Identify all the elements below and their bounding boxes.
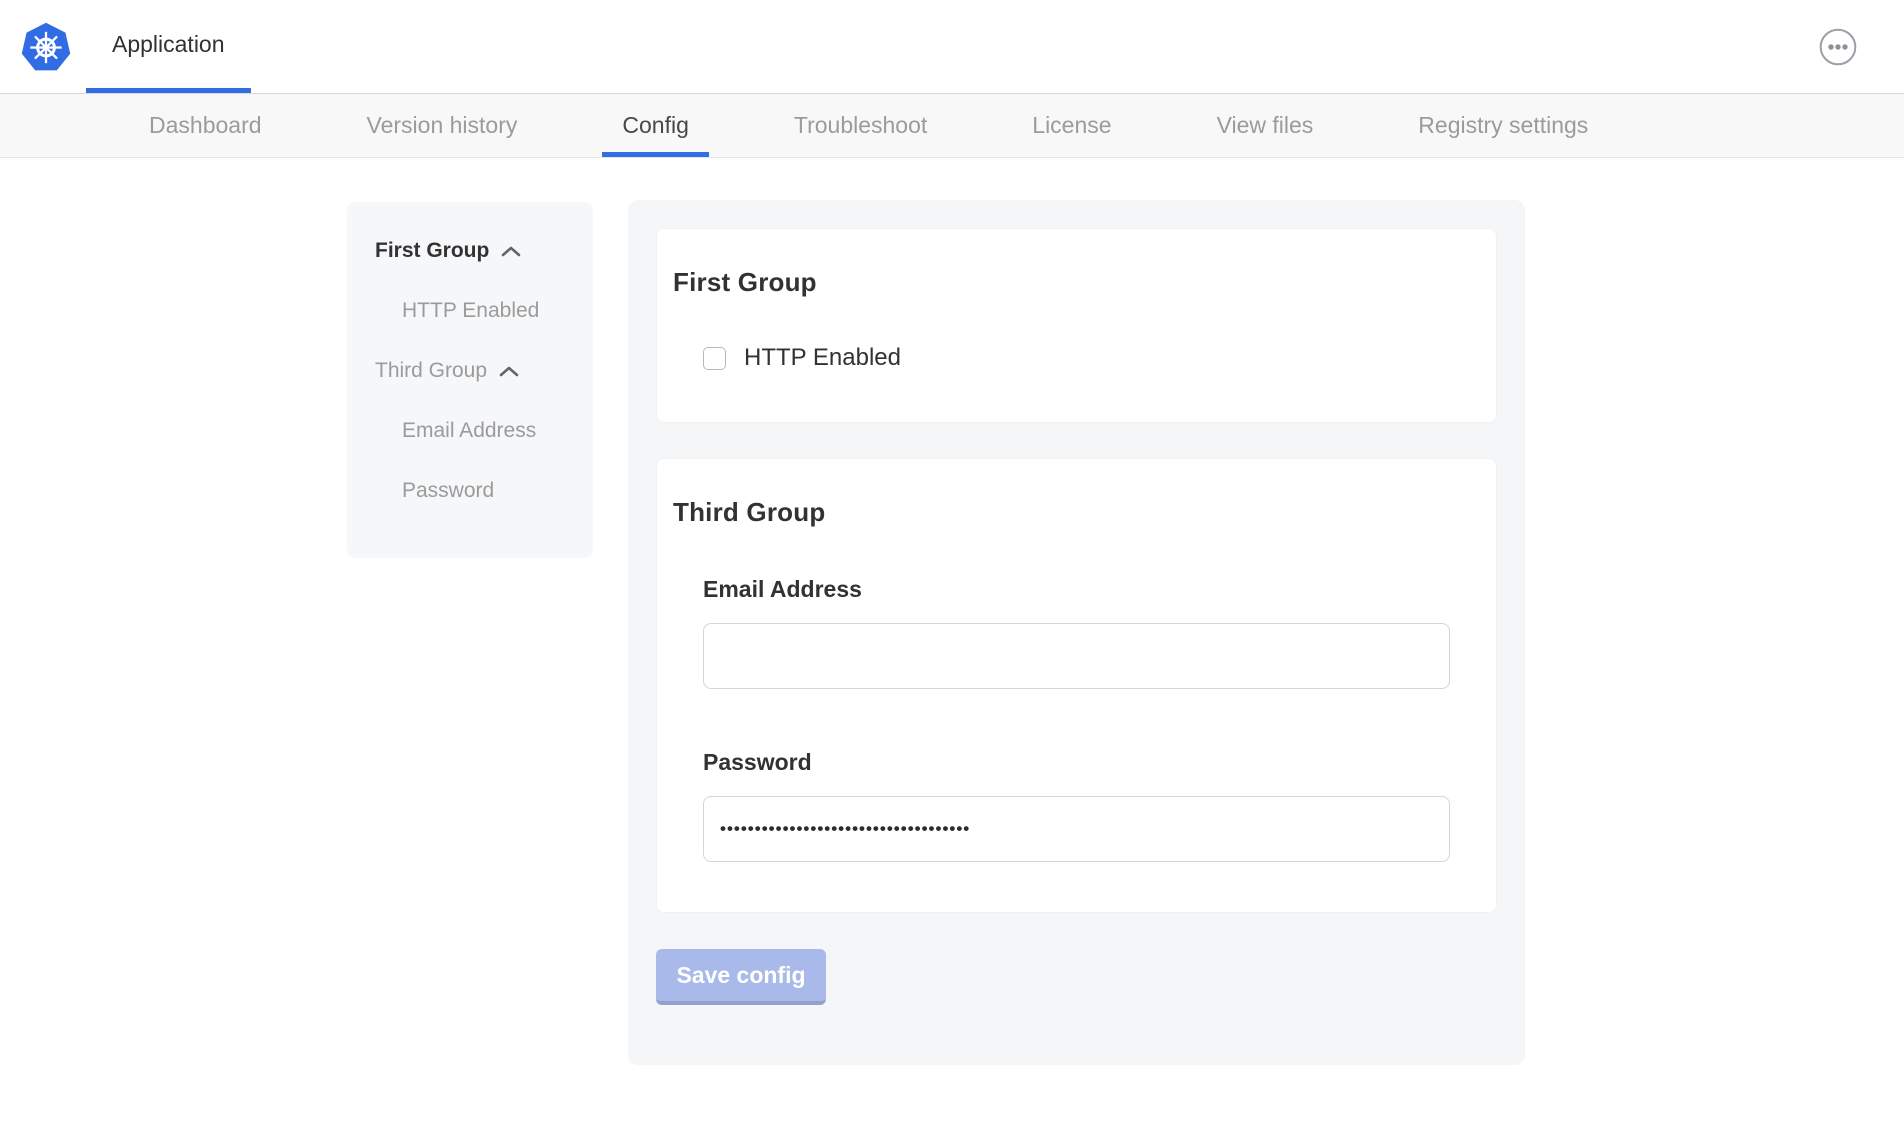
sidebar-group-first-group[interactable]: First Group <box>375 240 581 262</box>
email-address-input[interactable] <box>703 623 1450 689</box>
email-address-field: Email Address <box>703 576 1450 689</box>
group-title: First Group <box>673 267 1450 298</box>
sidebar-item-email-address[interactable]: Email Address <box>375 420 581 442</box>
email-address-label: Email Address <box>703 576 1450 603</box>
group-title: Third Group <box>673 497 1450 528</box>
nav-tab-troubleshoot[interactable]: Troubleshoot <box>794 94 927 157</box>
chevron-up-icon <box>499 366 519 377</box>
nav-tab-dashboard[interactable]: Dashboard <box>149 94 262 157</box>
kubernetes-logo-icon <box>18 0 74 93</box>
ellipsis-icon <box>1819 28 1857 66</box>
sidebar-group-third-group[interactable]: Third Group <box>375 360 581 382</box>
http-enabled-checkbox-label: HTTP Enabled <box>744 344 901 372</box>
http-enabled-checkbox[interactable] <box>703 347 726 370</box>
config-card-first-group: First Group HTTP Enabled <box>656 228 1497 423</box>
nav-tab-license[interactable]: License <box>1032 94 1111 157</box>
password-input[interactable] <box>703 796 1450 862</box>
config-panel: First Group HTTP Enabled Third Group Ema… <box>628 200 1525 1065</box>
password-field: Password <box>703 749 1450 862</box>
tab-application[interactable]: Application <box>86 0 251 93</box>
sidebar-group-label: Third Group <box>375 359 487 383</box>
sidebar-item-http-enabled[interactable]: HTTP Enabled <box>375 300 581 322</box>
app-subnav: Dashboard Version history Config Trouble… <box>0 93 1904 158</box>
sidebar-item-password[interactable]: Password <box>375 480 581 502</box>
app-header: Application <box>0 0 1904 93</box>
nav-tab-version-history[interactable]: Version history <box>367 94 518 157</box>
config-page: First Group HTTP Enabled Third Group Ema… <box>0 158 1904 1065</box>
http-enabled-checkbox-row[interactable]: HTTP Enabled <box>703 344 1450 372</box>
sidebar-group-label: First Group <box>375 239 489 263</box>
chevron-up-icon <box>501 246 521 257</box>
nav-tab-registry-settings[interactable]: Registry settings <box>1418 94 1588 157</box>
config-card-third-group: Third Group Email Address Password <box>656 458 1497 913</box>
nav-tab-config[interactable]: Config <box>622 94 688 157</box>
config-sidebar: First Group HTTP Enabled Third Group Ema… <box>347 202 593 558</box>
header-spacer <box>251 0 1818 93</box>
overflow-menu-button[interactable] <box>1818 27 1858 67</box>
nav-tab-view-files[interactable]: View files <box>1217 94 1314 157</box>
save-config-button[interactable]: Save config <box>656 949 826 1005</box>
password-label: Password <box>703 749 1450 776</box>
